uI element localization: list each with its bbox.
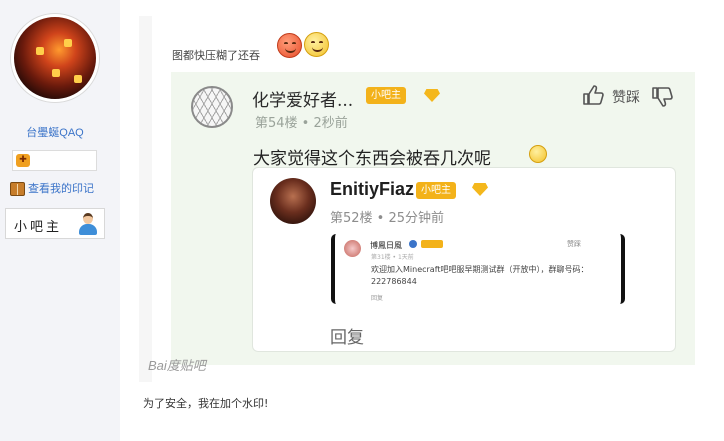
- moderator-tag: 小吧主: [416, 182, 456, 199]
- role-label: 小吧主: [14, 220, 63, 235]
- thumbs-down-icon[interactable]: [651, 86, 673, 108]
- avatar-spark: [74, 75, 82, 83]
- view-marks-link[interactable]: 查看我的印记: [10, 180, 94, 198]
- nested-reply-label: 回复: [371, 295, 384, 302]
- smiling-face-emoji-icon: [529, 145, 547, 163]
- reply-author-name[interactable]: 化学爱好者...: [252, 86, 353, 111]
- moderator-tag: 小吧主: [366, 87, 406, 104]
- avatar-spark: [36, 47, 44, 55]
- book-icon: [10, 182, 25, 196]
- user-sidebar: 台璺蜒QAQ ✚ 查看我的印记 小吧主: [0, 0, 120, 441]
- post-divider: [139, 16, 152, 382]
- like-dislike-label[interactable]: 赞踩: [612, 87, 640, 107]
- role-badge[interactable]: 小吧主: [5, 208, 105, 239]
- avatar[interactable]: [11, 14, 99, 102]
- game-controller-icon: ✚: [16, 154, 30, 167]
- nested-reply-content: 欢迎加入Minecraft吧吧服早期测试群（开放中），群聊号码：22278684…: [371, 265, 589, 286]
- nested-like-label: 赞踩: [567, 240, 581, 248]
- quoted-floor-meta: 第52楼 • 25分钟前: [330, 211, 445, 226]
- floor-meta: 第54楼 • 2秒前: [255, 116, 348, 131]
- quoted-author-name[interactable]: EnitiyFiaz: [330, 179, 414, 200]
- post-text: 图都快压糊了还吞: [172, 49, 260, 62]
- badge-box[interactable]: ✚: [12, 150, 97, 171]
- thumbs-up-icon[interactable]: [582, 84, 604, 106]
- username-link[interactable]: 台璺蜒QAQ: [0, 124, 110, 140]
- person-icon: [78, 213, 98, 235]
- smiling-face-emoji-icon: [304, 32, 329, 57]
- avatar-spark: [64, 39, 72, 47]
- avatar-spark: [52, 69, 60, 77]
- angry-face-emoji-icon: [277, 33, 302, 58]
- reply-button[interactable]: 回复: [330, 323, 364, 348]
- view-marks-label: 查看我的印记: [28, 182, 94, 195]
- reply-content: 大家觉得这个东西会被吞几次呢: [253, 149, 491, 169]
- nested-author-name: 博鳳日風: [370, 241, 402, 250]
- nested-tag: [421, 240, 443, 248]
- verified-icon: [409, 240, 417, 248]
- fullerene-avatar[interactable]: [191, 86, 233, 128]
- nested-floor-meta: 第31楼 • 1天前: [371, 254, 414, 261]
- quoted-author-avatar[interactable]: [270, 178, 316, 224]
- watermark: Bai度贴吧: [148, 358, 206, 373]
- nested-author-avatar: [344, 240, 361, 257]
- post-caption: 为了安全，我在加个水印!: [143, 397, 269, 410]
